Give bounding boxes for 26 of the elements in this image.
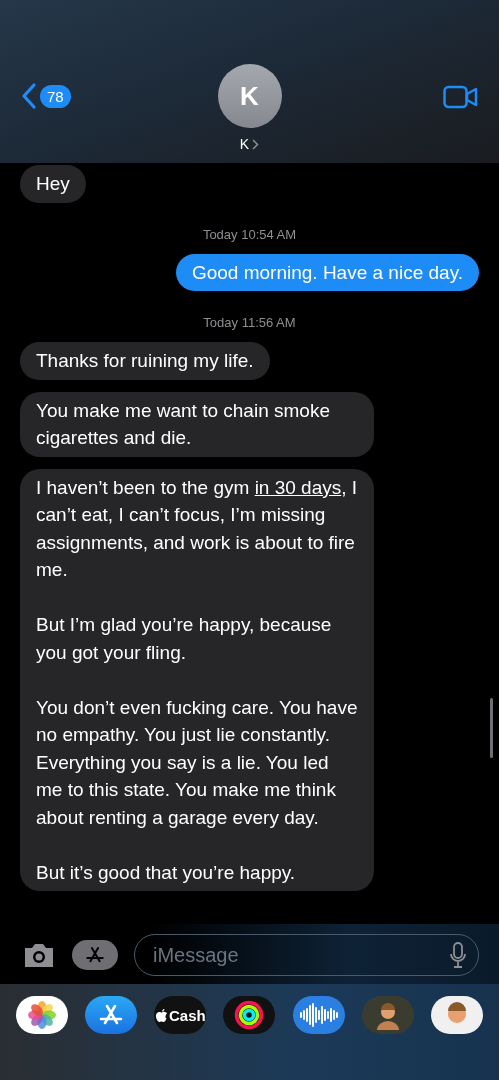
contact-name[interactable]: K xyxy=(239,136,260,152)
received-message-bubble: I haven’t been to the gym in 30 days, I can’t eat, I can’t focus, I’m missing assignments, and work is about to fire me. But I’m glad you’re happy, because you got your fling. You don’t even fucking care. You have no empathy. You just lie constantly. Everything you say is a lie. You led me to this state. You make me think about renting a garage every day. But it’s good that you’re happy. xyxy=(20,468,374,891)
camera-icon[interactable] xyxy=(22,941,56,969)
waveform-icon[interactable] xyxy=(292,996,345,1034)
date-link[interactable]: in 30 days xyxy=(254,476,342,498)
received-message-bubble: Thanks for ruining my life. xyxy=(20,342,270,380)
back-chevron-icon xyxy=(20,82,38,110)
timestamp: Today 11:56 AM xyxy=(203,315,296,330)
microphone-icon[interactable] xyxy=(450,942,466,968)
chevron-icon xyxy=(252,138,260,150)
avatar-icon[interactable] xyxy=(361,996,414,1034)
unread-badge: 78 xyxy=(40,84,71,108)
activity-rings-icon[interactable] xyxy=(223,996,276,1034)
app-store-icon xyxy=(85,945,105,965)
cash-app-button[interactable]: Cash xyxy=(154,996,207,1034)
apps-button[interactable] xyxy=(72,940,118,970)
sent-message-bubble: Good morning. Have a nice day. xyxy=(175,253,479,291)
timestamp: Today 10:54 AM xyxy=(202,226,297,242)
photos-app-icon[interactable] xyxy=(16,996,68,1034)
avatar-icon[interactable] xyxy=(430,996,483,1034)
video-call-icon[interactable] xyxy=(443,84,479,110)
received-message-bubble: You make me want to chain smoke cigarettes and die. xyxy=(20,391,374,457)
apple-icon xyxy=(154,1007,168,1023)
received-message-bubble: Hey xyxy=(20,165,86,203)
app-store-icon[interactable] xyxy=(85,996,138,1034)
scroll-bar xyxy=(490,698,493,758)
